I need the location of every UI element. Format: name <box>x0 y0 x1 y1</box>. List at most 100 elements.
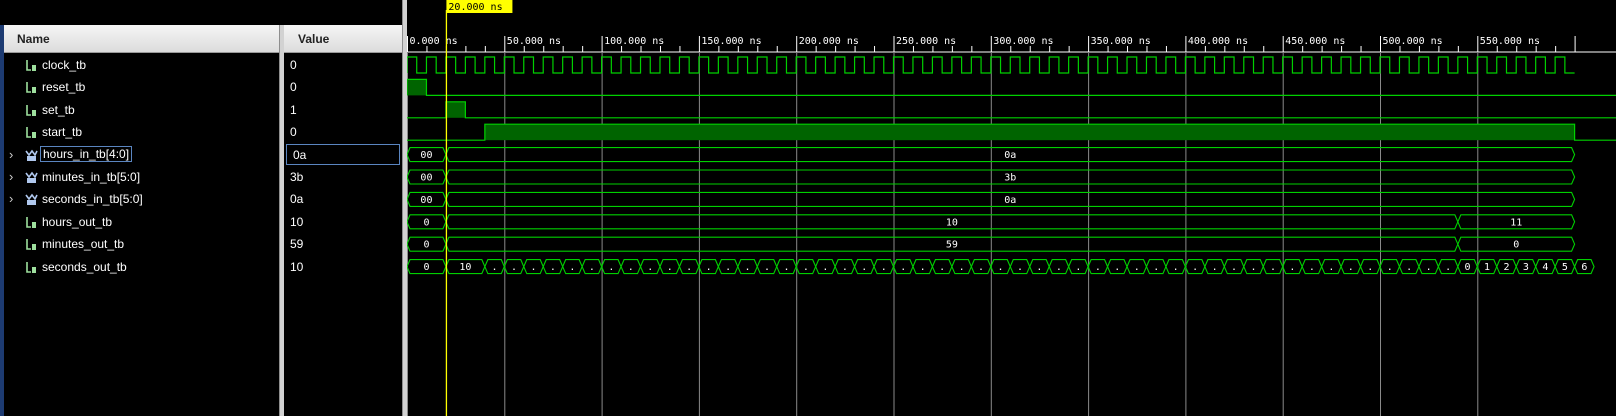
hours-out-tb-bus-label: 10 <box>946 217 958 228</box>
seconds-out-tb-bus-label: . <box>1367 262 1373 273</box>
time-tick-label: 500.000 ns <box>1383 36 1443 47</box>
seconds-out-tb-bus-label: . <box>1192 262 1198 273</box>
seconds-out-tb-bus-label: . <box>1328 262 1334 273</box>
seconds-out-tb-bus-label: . <box>861 262 867 273</box>
seconds-out-tb-bus-label: . <box>978 262 984 273</box>
seconds-out-tb-bus-label: . <box>783 262 789 273</box>
bit-signal-icon <box>25 81 38 94</box>
signal-value: 3b <box>290 170 304 184</box>
seconds-out-tb-bus-label: 6 <box>1581 262 1587 273</box>
hours-in-tb-bus-label: 0a <box>1004 150 1016 161</box>
seconds-out-tb-bus-label: 1 <box>1484 262 1490 273</box>
reset-tb-waveform[interactable] <box>407 78 1616 96</box>
waveform-viewer[interactable]: 0.000 ns 50.000 ns 100.000 ns 150.000 ns 200… <box>407 0 1616 416</box>
signal-name[interactable]: minutes_in_tb[5:0] <box>42 170 140 184</box>
time-tick-label: 100.000 ns <box>604 36 664 47</box>
seconds-out-tb-bus-label: . <box>725 262 731 273</box>
seconds-out-tb-bus-label: . <box>1075 262 1081 273</box>
set-tb-waveform[interactable] <box>407 101 1616 119</box>
seconds-out-tb-bus-label: . <box>1017 262 1023 273</box>
seconds-out-tb-bus-label: . <box>647 262 653 273</box>
signal-row[interactable]: seconds_out_tb 10 <box>4 256 404 279</box>
signal-name[interactable]: hours_out_tb <box>42 215 112 229</box>
time-tick-label: 0.000 ns <box>410 36 458 47</box>
signal-row[interactable]: reset_tb 0 <box>4 76 404 99</box>
signal-name[interactable]: seconds_out_tb <box>42 260 127 274</box>
seconds-out-tb-bus-label: 5 <box>1562 262 1568 273</box>
time-tick-label: 150.000 ns <box>701 36 761 47</box>
seconds-out-tb-bus-label: 10 <box>459 262 471 273</box>
signal-row[interactable]: start_tb 0 <box>4 121 404 144</box>
chevron-right-icon[interactable]: › <box>9 169 19 184</box>
signal-name[interactable]: set_tb <box>42 103 75 117</box>
seconds-out-tb-bus-label: . <box>608 262 614 273</box>
signal-name[interactable]: seconds_in_tb[5:0] <box>42 192 143 206</box>
signal-name[interactable]: hours_in_tb[4:0] <box>40 145 133 162</box>
minutes-out-tb-bus-label: 59 <box>946 240 958 251</box>
hours-in-tb-bus-label: 00 <box>420 150 432 161</box>
seconds-out-tb-bus-label: . <box>1212 262 1218 273</box>
signal-name[interactable]: clock_tb <box>42 58 86 72</box>
seconds-out-tb-bus-label: . <box>1426 262 1432 273</box>
seconds-out-tb-bus-label: . <box>822 262 828 273</box>
minutes-out-tb-bus-label: 0 <box>423 240 429 251</box>
signal-row[interactable]: set_tb 1 <box>4 99 404 122</box>
seconds-out-tb-bus-label: . <box>628 262 634 273</box>
signal-row[interactable]: clock_tb 0 <box>4 54 404 77</box>
time-tick-label: 50.000 ns <box>507 36 561 47</box>
bit-signal-icon <box>25 126 38 139</box>
signal-value: 10 <box>290 259 304 274</box>
time-tick-label: 550.000 ns <box>1480 36 1540 47</box>
signal-row[interactable]: › hours_in_tb[4:0] 0a <box>4 143 404 167</box>
bit-signal-icon <box>25 104 38 117</box>
signal-name[interactable]: start_tb <box>42 125 82 139</box>
seconds-out-tb-bus-label: . <box>706 262 712 273</box>
signal-name[interactable]: reset_tb <box>42 80 85 94</box>
signal-row[interactable]: › seconds_in_tb[5:0] 0a <box>4 188 404 211</box>
seconds-out-tb-bus-label: . <box>842 262 848 273</box>
name-column-header[interactable]: Name <box>4 25 282 53</box>
clock-waveform[interactable] <box>407 56 1575 74</box>
seconds-out-tb-bus-label: . <box>1348 262 1354 273</box>
bit-signal-icon <box>25 238 38 251</box>
seconds-out-tb-bus-label: . <box>959 262 965 273</box>
seconds-out-tb-bus-label: . <box>530 262 536 273</box>
chevron-right-icon[interactable]: › <box>9 191 19 206</box>
seconds-out-tb-bus-label: . <box>1445 262 1451 273</box>
seconds-out-tb-bus-label: . <box>998 262 1004 273</box>
seconds-out-tb-bus-label: . <box>939 262 945 273</box>
seconds-out-tb-bus-label: . <box>1173 262 1179 273</box>
seconds-out-tb-bus-label: . <box>1056 262 1062 273</box>
set-tb-high-fill <box>445 101 466 118</box>
bit-signal-icon <box>25 261 38 274</box>
hours-out-tb-bus-label: 0 <box>423 217 429 228</box>
seconds-out-tb-bus-label: . <box>920 262 926 273</box>
seconds-out-tb-bus-label: . <box>881 262 887 273</box>
seconds-out-tb-bus-label: . <box>1153 262 1159 273</box>
time-tick-label: 250.000 ns <box>896 36 956 47</box>
signal-value: 0 <box>290 80 297 95</box>
seconds-out-tb-bus-label: . <box>1406 262 1412 273</box>
seconds-out-tb-bus-label: . <box>1270 262 1276 273</box>
seconds-in-tb-bus-label: 00 <box>420 195 432 206</box>
minutes-in-tb-bus-label: 00 <box>420 173 432 184</box>
time-tick-label: 450.000 ns <box>1285 36 1345 47</box>
seconds-out-tb-bus-label: 0 <box>423 262 429 273</box>
signal-name[interactable]: minutes_out_tb <box>42 237 124 251</box>
value-column-header[interactable]: Value <box>284 25 402 53</box>
signal-row[interactable]: minutes_out_tb 59 <box>4 233 404 256</box>
signal-row[interactable]: hours_out_tb 10 <box>4 211 404 234</box>
seconds-out-tb-bus-label: . <box>550 262 556 273</box>
signal-row[interactable]: › minutes_in_tb[5:0] 3b <box>4 166 404 189</box>
time-tick-label: 400.000 ns <box>1188 36 1248 47</box>
reset-tb-high-fill <box>407 79 427 96</box>
seconds-out-tb-bus-label: . <box>686 262 692 273</box>
time-tick-label: 300.000 ns <box>993 36 1053 47</box>
chevron-right-icon[interactable]: › <box>9 147 19 162</box>
seconds-out-tb-bus-label: 2 <box>1503 262 1509 273</box>
seconds-out-tb-bus-label: . <box>764 262 770 273</box>
seconds-out-tb-bus-label: . <box>1387 262 1393 273</box>
time-cursor-label: 20.000 ns <box>448 2 502 13</box>
signal-value: 0a <box>290 192 304 207</box>
time-tick-label: 200.000 ns <box>799 36 859 47</box>
